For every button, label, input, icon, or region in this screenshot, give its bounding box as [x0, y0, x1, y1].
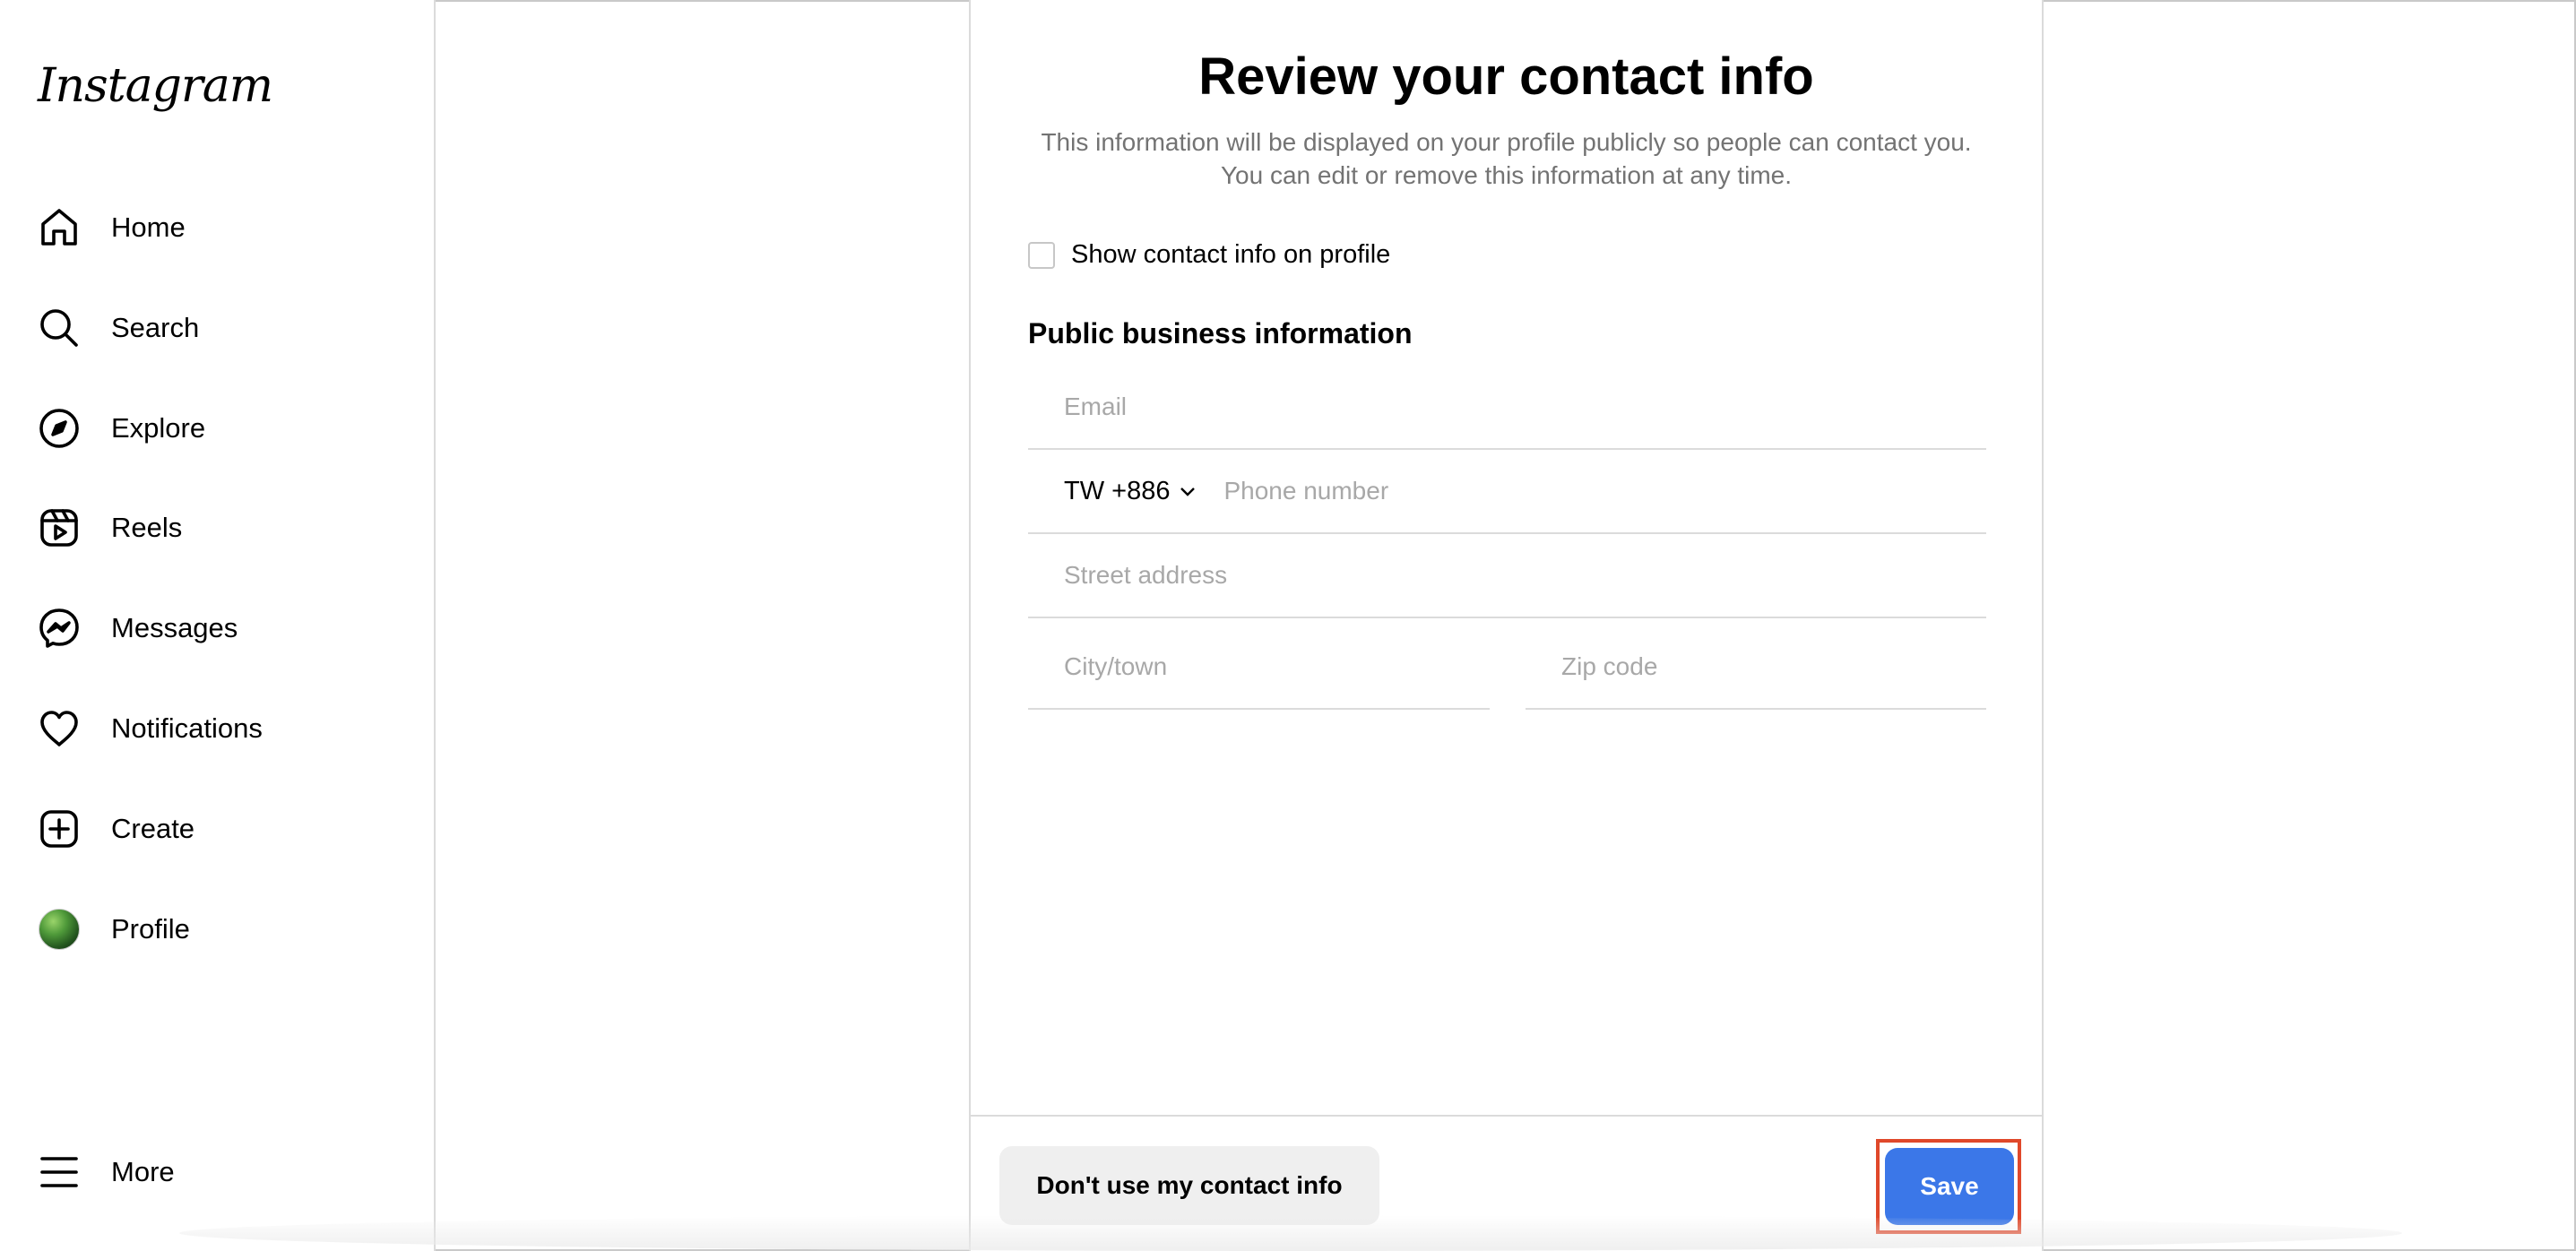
- page-title: Review your contact info: [1198, 47, 1814, 106]
- avatar: [39, 909, 80, 950]
- panel-footer: Don't use my contact info Save: [971, 1115, 2042, 1251]
- street-field-wrapper: [1028, 534, 1986, 618]
- zip-field-wrapper: [1526, 626, 1986, 710]
- avatar-wrapper: [36, 906, 82, 953]
- sidebar-item-create[interactable]: Create: [36, 797, 412, 861]
- save-button[interactable]: Save: [1885, 1148, 2014, 1225]
- sidebar-item-messages[interactable]: Messages: [36, 596, 412, 660]
- plus-square-icon: [36, 806, 82, 852]
- messenger-icon: [36, 605, 82, 651]
- reels-icon: [36, 505, 82, 551]
- section-heading: Public business information: [1028, 317, 1413, 349]
- sidebar-item-label: Search: [111, 312, 200, 343]
- sidebar-item-notifications[interactable]: Notifications: [36, 696, 412, 761]
- contact-info-panel: Review your contact info This informatio…: [969, 0, 2044, 1251]
- sidebar-item-explore[interactable]: Explore: [36, 396, 412, 461]
- home-icon: [36, 204, 82, 251]
- search-icon: [36, 305, 82, 351]
- sidebar-item-search[interactable]: Search: [36, 296, 412, 360]
- sidebar-item-label: Explore: [111, 412, 206, 444]
- email-field[interactable]: [1028, 393, 1986, 421]
- show-contact-label: Show contact info on profile: [1071, 240, 1391, 269]
- sidebar-item-label: Messages: [111, 612, 238, 643]
- instagram-logo[interactable]: Instagram: [38, 59, 273, 113]
- compass-icon: [36, 405, 82, 452]
- show-contact-info-toggle[interactable]: Show contact info on profile: [1028, 240, 1390, 270]
- menu-icon: [36, 1149, 82, 1195]
- sidebar-item-more[interactable]: More: [36, 1140, 412, 1204]
- country-code-select[interactable]: TW +886: [1028, 477, 1198, 506]
- show-contact-checkbox[interactable]: [1028, 241, 1055, 269]
- sidebar-item-label: Create: [111, 813, 195, 844]
- sidebar-item-label: Profile: [111, 913, 190, 945]
- sidebar-item-label: Notifications: [111, 712, 263, 744]
- chevron-down-icon: [1180, 487, 1196, 496]
- sidebar-item-label: Home: [111, 211, 186, 243]
- country-code-value: TW +886: [1064, 476, 1171, 505]
- sidebar-item-profile[interactable]: Profile: [36, 897, 412, 962]
- sidebar: Instagram Home Search Explore Reels Mess…: [0, 0, 436, 1251]
- phone-field-wrapper: TW +886: [1028, 450, 1986, 534]
- heart-icon: [36, 705, 82, 752]
- sidebar-item-reels[interactable]: Reels: [36, 496, 412, 560]
- zip-code-field[interactable]: [1526, 652, 1986, 681]
- city-field[interactable]: [1028, 652, 1490, 681]
- dont-use-contact-info-button[interactable]: Don't use my contact info: [999, 1146, 1379, 1225]
- phone-field[interactable]: [1198, 477, 1986, 505]
- sidebar-item-label: Reels: [111, 512, 183, 543]
- page-description: This information will be displayed on yo…: [1041, 128, 1972, 189]
- city-field-wrapper: [1028, 626, 1490, 710]
- sidebar-item-label: More: [111, 1156, 175, 1187]
- email-field-wrapper: [1028, 366, 1986, 450]
- sidebar-item-home[interactable]: Home: [36, 195, 412, 260]
- street-address-field[interactable]: [1028, 561, 1986, 590]
